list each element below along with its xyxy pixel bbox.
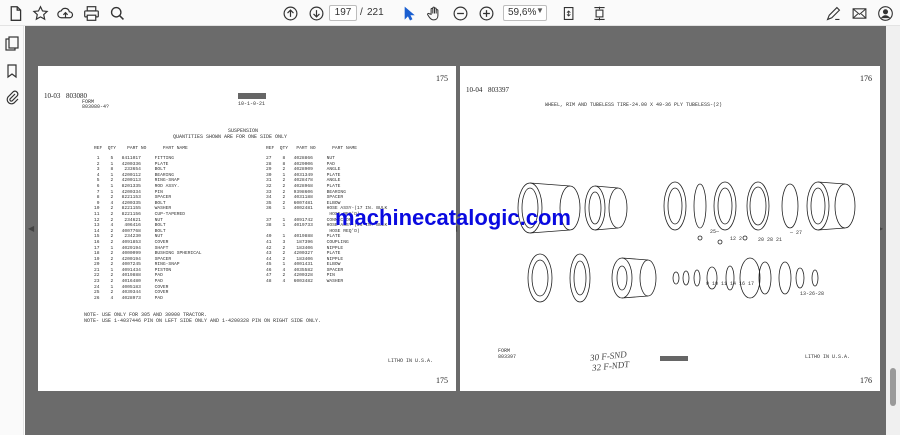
exploded-wheel-diagram — [517, 181, 856, 303]
callout-bottom-row: 9 10 11 14 16 17 — [706, 281, 755, 287]
callout-27b: — 27 — [790, 230, 803, 236]
callout-25: 25— — [710, 229, 720, 235]
bookmark-star-icon[interactable] — [30, 3, 50, 23]
vertical-scrollbar[interactable] — [886, 26, 900, 435]
section-code: 10-03 — [44, 92, 61, 100]
parts-list-left: 1 5 8411017 FITTING 2 1 4200336 PLATE 3 … — [94, 156, 202, 301]
form-number: 803397 — [498, 354, 517, 360]
print-icon[interactable] — [81, 3, 101, 23]
parts-header-right: REF QTY PART NO PART NAME — [266, 146, 357, 151]
parts-header-left: REF QTY PART NO PART NAME — [94, 146, 188, 151]
watermark-text: machinecatalogic.com — [335, 205, 571, 230]
page-total: 221 — [367, 7, 384, 18]
page-number-bottom: 175 — [436, 376, 448, 385]
ink-stamp — [660, 356, 688, 361]
stamp-date: 10-1-0-21 — [238, 101, 266, 107]
search-icon[interactable] — [107, 3, 127, 23]
callout-bottom-right: 13-26-28 — [800, 291, 825, 297]
page-number-bottom: 176 — [860, 376, 872, 385]
hand-tool-icon[interactable] — [424, 3, 444, 23]
page-number-input[interactable]: 197 — [329, 5, 357, 21]
callout-12: 12 2 — [730, 236, 743, 242]
section-code: 10-04 — [466, 86, 483, 94]
page-fit-icon[interactable] — [559, 3, 579, 23]
navigation-rail — [0, 26, 24, 435]
chevron-down-icon[interactable]: ▼ — [536, 6, 544, 15]
form-number: 803080-4? — [82, 104, 110, 110]
callout-27: 20 28 21 — [758, 237, 783, 243]
page-number-top: 176 — [860, 74, 872, 83]
page-number-top: 175 — [436, 74, 448, 83]
zoom-in-icon[interactable] — [476, 3, 496, 23]
zoom-out-icon[interactable] — [450, 3, 470, 23]
note-two: NOTE- USE 1-4037446 PIN ON LEFT SIDE ONL… — [84, 318, 322, 324]
litho-mark: LITHO IN U.S.A. — [388, 358, 434, 364]
section-subtitle: QUANTITIES SHOWN ARE FOR ONE SIDE ONLY — [173, 134, 288, 140]
upload-cloud-icon[interactable] — [55, 3, 75, 23]
scroll-mode-icon[interactable] — [589, 3, 609, 23]
litho-mark: LITHO IN U.S.A. — [805, 354, 851, 360]
account-icon[interactable] — [875, 3, 895, 23]
thumbnails-icon[interactable] — [4, 36, 20, 52]
previous-page-icon[interactable] — [280, 3, 300, 23]
next-page-icon[interactable] — [306, 3, 326, 23]
pdf-toolbar: 197 / 221 59,6% ▼ — [0, 0, 900, 26]
ink-stamp — [238, 93, 266, 99]
drawing-title: WHEEL, RIM AND TUBELESS TIRE-24.00 X 49-… — [545, 102, 723, 108]
bookmark-icon[interactable] — [4, 63, 20, 79]
collapse-left-icon[interactable]: ◀ — [28, 224, 34, 233]
mail-icon[interactable] — [849, 3, 869, 23]
scrollbar-thumb[interactable] — [890, 368, 896, 406]
file-icon[interactable] — [5, 3, 25, 23]
sign-pen-icon[interactable] — [823, 3, 843, 23]
section-reference: 803397 — [488, 86, 509, 94]
page-separator: / — [360, 7, 363, 18]
select-cursor-icon[interactable] — [398, 3, 418, 23]
attachment-icon[interactable] — [4, 89, 20, 105]
